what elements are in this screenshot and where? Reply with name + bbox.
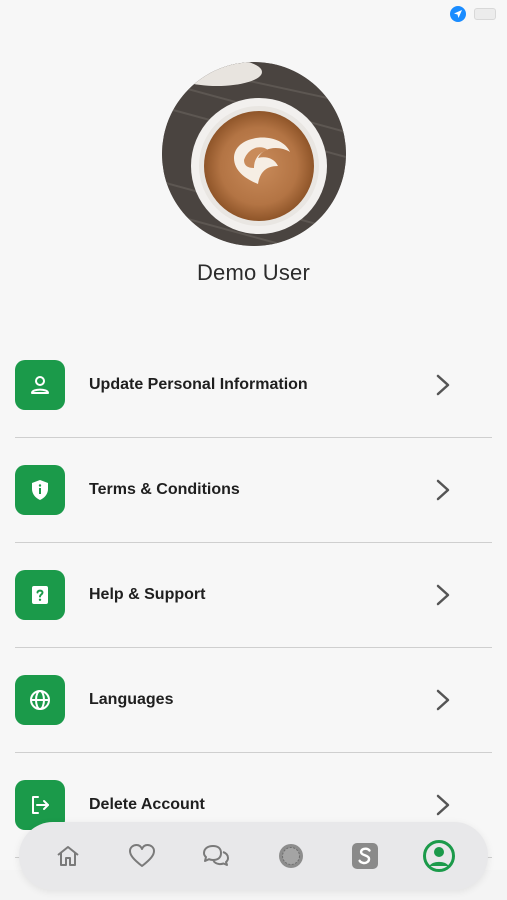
chat-icon[interactable] bbox=[194, 834, 238, 878]
chevron-right-icon bbox=[428, 580, 458, 610]
badge-icon[interactable] bbox=[269, 834, 313, 878]
s-logo-icon[interactable] bbox=[343, 834, 387, 878]
latte-art-coffee-photo bbox=[162, 62, 346, 246]
globe-icon bbox=[15, 675, 65, 725]
person-icon bbox=[15, 360, 65, 410]
menu-item-terms-conditions[interactable]: Terms & Conditions bbox=[15, 438, 492, 543]
bottom-nav bbox=[19, 822, 488, 890]
chevron-right-icon bbox=[428, 790, 458, 820]
menu-item-label: Terms & Conditions bbox=[89, 481, 240, 498]
profile-name: Demo User bbox=[196, 260, 311, 285]
chevron-right-icon bbox=[428, 685, 458, 715]
profile-icon[interactable] bbox=[417, 834, 461, 878]
home-icon[interactable] bbox=[46, 834, 90, 878]
heart-icon[interactable] bbox=[120, 834, 164, 878]
menu-item-label: Update Personal Information bbox=[89, 376, 308, 393]
menu-item-update-personal-information[interactable]: Update Personal Information bbox=[15, 333, 492, 438]
question-icon bbox=[15, 570, 65, 620]
chevron-right-icon bbox=[428, 475, 458, 505]
menu-item-languages[interactable]: Languages bbox=[15, 648, 492, 753]
status-bar bbox=[0, 0, 507, 28]
battery-icon bbox=[474, 8, 496, 20]
settings-menu: Update Personal Information Terms & Cond… bbox=[15, 333, 492, 858]
menu-item-label: Languages bbox=[89, 691, 174, 708]
menu-item-help-support[interactable]: Help & Support bbox=[15, 543, 492, 648]
menu-item-label: Help & Support bbox=[89, 586, 206, 603]
avatar[interactable] bbox=[162, 62, 346, 246]
shield-icon bbox=[15, 465, 65, 515]
chevron-right-icon bbox=[428, 370, 458, 400]
menu-item-label: Delete Account bbox=[89, 796, 205, 813]
location-arrow-icon bbox=[450, 6, 466, 22]
